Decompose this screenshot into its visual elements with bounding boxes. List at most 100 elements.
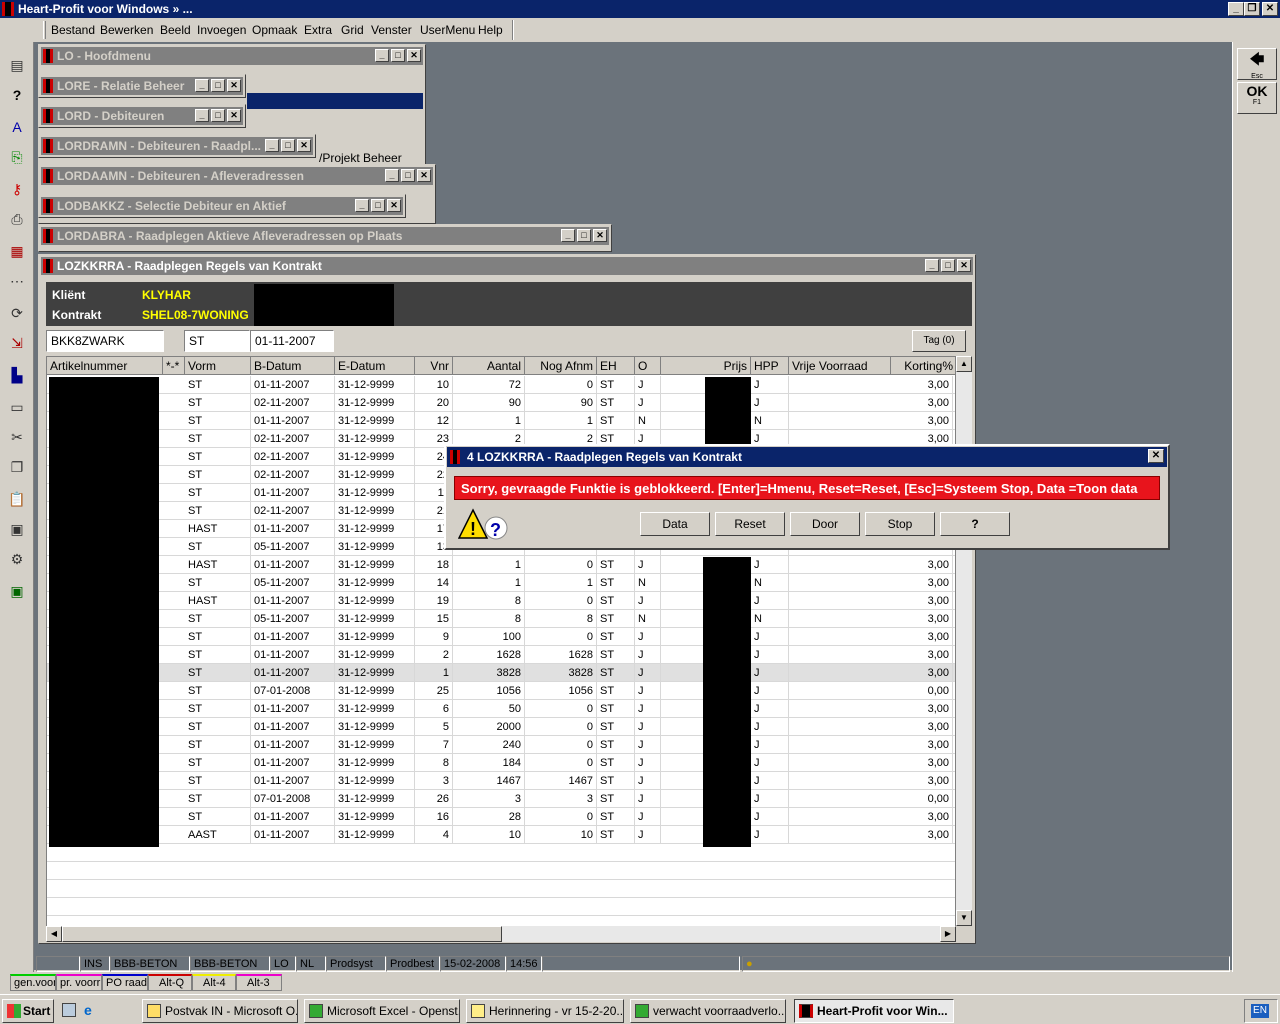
col-o[interactable]: O bbox=[635, 357, 661, 375]
menu-usermenu[interactable]: UserMenu bbox=[420, 23, 475, 37]
table-row[interactable]: HAST 01-11-2007 31-12-9999 19 8 0 ST J J 3,00 bbox=[47, 592, 955, 610]
monitor-icon[interactable]: ▣ bbox=[8, 582, 26, 600]
start-button[interactable]: Start bbox=[2, 999, 54, 1023]
table-row[interactable]: ST 01-11-2007 31-12-9999 8 184 0 ST J J 3,00 bbox=[47, 754, 955, 772]
esc-button[interactable]: 🡄 Esc bbox=[1237, 48, 1277, 80]
col-eh[interactable]: EH bbox=[597, 357, 635, 375]
form-icon[interactable]: ▤ bbox=[8, 56, 26, 74]
key-icon[interactable]: ⚷ bbox=[8, 180, 26, 198]
scroll-thumb[interactable] bbox=[62, 926, 502, 942]
chart-icon[interactable]: ▙ bbox=[8, 366, 26, 384]
menu-bewerken[interactable]: Bewerken bbox=[100, 23, 153, 37]
tab-alt-q[interactable]: Alt-Q bbox=[148, 974, 192, 991]
table-row[interactable]: ST 01-11-2007 31-12-9999 10 72 0 ST J J 3,00 bbox=[47, 376, 955, 394]
table-row[interactable]: ST 01-11-2007 31-12-9999 2 1628 1628 ST J J 3,00 bbox=[47, 646, 955, 664]
menu-help[interactable]: Help bbox=[478, 23, 503, 37]
minimize-icon[interactable]: _ bbox=[195, 109, 209, 122]
close-button[interactable]: ✕ bbox=[1262, 2, 1278, 16]
dialog-close-icon[interactable]: ✕ bbox=[1148, 449, 1164, 463]
paste-special-icon[interactable]: ▣ bbox=[8, 520, 26, 538]
col-prijs[interactable]: Prijs bbox=[661, 357, 751, 375]
window-debiteuren-raadpl[interactable]: LORDRAMN - Debiteuren - Raadpl... _ □ ✕ bbox=[38, 134, 316, 158]
paste-icon[interactable]: 📋 bbox=[8, 490, 26, 508]
ie-icon[interactable]: e bbox=[84, 1003, 98, 1017]
menu-venster[interactable]: Venster bbox=[371, 23, 412, 37]
menu-opmaak[interactable]: Opmaak bbox=[252, 23, 297, 37]
copy-icon[interactable]: ❐ bbox=[8, 458, 26, 476]
close-icon[interactable]: ✕ bbox=[297, 139, 311, 152]
window-raadplegen-afleveradressen[interactable]: LORDABRA - Raadplegen Aktieve Afleveradr… bbox=[38, 224, 612, 252]
close-icon[interactable]: ✕ bbox=[227, 79, 241, 92]
table-row[interactable]: ST 07-01-2008 31-12-9999 26 3 3 ST J J 0,00 bbox=[47, 790, 955, 808]
col-vnr[interactable]: Vnr bbox=[415, 357, 453, 375]
maximize-icon[interactable]: □ bbox=[401, 169, 415, 182]
tab-alt-3[interactable]: Alt-3 bbox=[236, 974, 282, 991]
maximize-icon[interactable]: □ bbox=[577, 229, 591, 242]
font-icon[interactable]: A bbox=[8, 118, 26, 136]
help-button[interactable]: ? bbox=[940, 512, 1010, 536]
table-row[interactable]: ST 01-11-2007 31-12-9999 5 2000 0 ST J J 3,00 bbox=[47, 718, 955, 736]
artikel-filter-field[interactable]: BKK8ZWARK bbox=[46, 330, 164, 352]
settings-icon[interactable]: ⚙ bbox=[8, 550, 26, 568]
copy-record-icon[interactable]: ⎘ bbox=[8, 148, 26, 166]
menu-bestand[interactable]: Bestand bbox=[51, 23, 95, 37]
maximize-icon[interactable]: □ bbox=[211, 79, 225, 92]
window-selectie-debiteur[interactable]: LODBAKKZ - Selectie Debiteur en Aktief _… bbox=[38, 194, 406, 218]
table-row[interactable]: ST 01-11-2007 31-12-9999 7 240 0 ST J J 3,00 bbox=[47, 736, 955, 754]
minimize-icon[interactable]: _ bbox=[265, 139, 279, 152]
help-icon[interactable]: ? bbox=[8, 86, 26, 104]
close-icon[interactable]: ✕ bbox=[417, 169, 431, 182]
grid-horizontal-scrollbar[interactable]: ◀ ▶ bbox=[46, 926, 956, 942]
scroll-down-icon[interactable]: ▼ bbox=[956, 910, 972, 926]
col-star[interactable]: *-* bbox=[163, 357, 185, 375]
tab-alt-4[interactable]: Alt-4 bbox=[192, 974, 236, 991]
table-row[interactable]: ST 05-11-2007 31-12-9999 15 8 8 ST N N 3,00 bbox=[47, 610, 955, 628]
ok-button[interactable]: OK F1 bbox=[1237, 82, 1277, 114]
tab-gen-voorr[interactable]: gen.voorr bbox=[10, 974, 56, 991]
maximize-icon[interactable]: □ bbox=[281, 139, 295, 152]
task-outlook[interactable]: Postvak IN - Microsoft O... bbox=[142, 999, 298, 1023]
minimize-icon[interactable]: _ bbox=[195, 79, 209, 92]
close-icon[interactable]: ✕ bbox=[593, 229, 607, 242]
menu-extra[interactable]: Extra bbox=[304, 23, 332, 37]
menu-item-text[interactable]: /Projekt Beheer bbox=[319, 151, 402, 165]
close-icon[interactable]: ✕ bbox=[407, 49, 421, 62]
window-debiteuren[interactable]: LORD - Debiteuren _ □ ✕ bbox=[38, 104, 246, 128]
window-icon[interactable]: ▭ bbox=[8, 398, 26, 416]
regels-grid[interactable]: Artikelnummer *-* Vorm B-Datum E-Datum V… bbox=[46, 356, 956, 928]
minimize-icon[interactable]: _ bbox=[385, 169, 399, 182]
close-icon[interactable]: ✕ bbox=[957, 259, 971, 272]
menu-grid[interactable]: Grid bbox=[341, 23, 364, 37]
col-nog-afnm[interactable]: Nog Afnm bbox=[525, 357, 597, 375]
table-row[interactable]: ST 07-01-2008 31-12-9999 25 1056 1056 ST J J 0,00 bbox=[47, 682, 955, 700]
language-indicator[interactable]: EN bbox=[1251, 1004, 1269, 1018]
tab-po-raadp[interactable]: PO raadp bbox=[102, 974, 148, 991]
col-korting[interactable]: Korting% bbox=[891, 357, 955, 375]
scroll-up-icon[interactable]: ▲ bbox=[956, 356, 972, 372]
stop-button[interactable]: Stop bbox=[865, 512, 935, 536]
minimize-icon[interactable]: _ bbox=[355, 199, 369, 212]
col-b-datum[interactable]: B-Datum bbox=[251, 357, 335, 375]
task-excel[interactable]: Microsoft Excel - Openst... bbox=[304, 999, 460, 1023]
dots-icon[interactable]: ⋯ bbox=[8, 272, 26, 290]
col-aantal[interactable]: Aantal bbox=[453, 357, 525, 375]
reset-button[interactable]: Reset bbox=[715, 512, 785, 536]
blocked-function-dialog[interactable]: 4 LOZKKRRA - Raadplegen Regels van Kontr… bbox=[444, 444, 1170, 550]
task-excel-2[interactable]: verwacht voorraadverlo... bbox=[630, 999, 786, 1023]
table-row[interactable]: ST 01-11-2007 31-12-9999 1 3828 3828 ST J J 3,00 bbox=[47, 664, 955, 682]
selected-menu-item[interactable] bbox=[247, 93, 423, 109]
refresh-icon[interactable]: ⟳ bbox=[8, 304, 26, 322]
minimize-icon[interactable]: _ bbox=[375, 49, 389, 62]
table-row[interactable]: HAST 01-11-2007 31-12-9999 18 1 0 ST J J 3,00 bbox=[47, 556, 955, 574]
restore-button[interactable]: ❐ bbox=[1244, 2, 1260, 16]
close-icon[interactable]: ✕ bbox=[387, 199, 401, 212]
tab-pr-voorr[interactable]: pr. voorr bbox=[56, 974, 102, 991]
table-row[interactable]: AAST 01-11-2007 31-12-9999 4 10 10 ST J J 3,00 bbox=[47, 826, 955, 844]
col-e-datum[interactable]: E-Datum bbox=[335, 357, 415, 375]
vorm-filter-field[interactable]: ST bbox=[184, 330, 250, 352]
minimize-button[interactable]: _ bbox=[1228, 2, 1244, 16]
cut-icon[interactable]: ✂ bbox=[8, 428, 26, 446]
table-row[interactable]: ST 01-11-2007 31-12-9999 3 1467 1467 ST J J 3,00 bbox=[47, 772, 955, 790]
close-icon[interactable]: ✕ bbox=[227, 109, 241, 122]
window-relatie-beheer[interactable]: LORE - Relatie Beheer _ □ ✕ bbox=[38, 74, 246, 98]
